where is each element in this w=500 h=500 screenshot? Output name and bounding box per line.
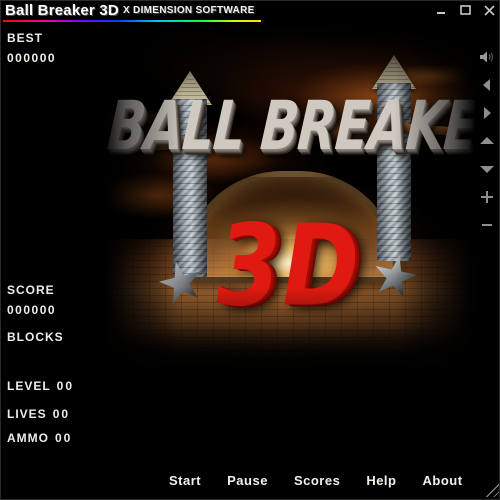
title-bar: Ball Breaker 3D X DIMENSION SOFTWARE bbox=[1, 1, 499, 25]
lives-label: LIVES bbox=[7, 407, 47, 421]
ammo-label: AMMO bbox=[7, 431, 49, 445]
close-icon[interactable] bbox=[484, 4, 495, 16]
menu-items: Start Pause Scores Help About bbox=[169, 473, 463, 488]
menu-item-help[interactable]: Help bbox=[366, 473, 396, 488]
arrow-up-icon[interactable] bbox=[477, 131, 497, 151]
resize-grip[interactable] bbox=[484, 482, 499, 497]
arrow-down-icon[interactable] bbox=[477, 159, 497, 179]
lives-value: 00 bbox=[52, 407, 71, 421]
splash-logo-3d: 3D bbox=[216, 200, 362, 332]
plus-icon[interactable] bbox=[477, 187, 497, 207]
splash-wordmark: BALL BREAKER bbox=[104, 87, 477, 166]
arrow-right-icon[interactable] bbox=[477, 103, 497, 123]
window-subtitle: X DIMENSION SOFTWARE bbox=[123, 5, 255, 16]
window-controls bbox=[436, 4, 495, 16]
title-rainbow-rule bbox=[3, 20, 261, 22]
level-value: 00 bbox=[56, 379, 75, 393]
game-viewport[interactable]: BALL BREAKER 3D bbox=[101, 25, 477, 380]
score-label: SCORE bbox=[7, 283, 55, 297]
menu-item-pause[interactable]: Pause bbox=[227, 473, 268, 488]
menu-bar: Start Pause Scores Help About bbox=[1, 466, 499, 499]
menu-item-scores[interactable]: Scores bbox=[294, 473, 340, 488]
status-panel: BEST 000000 SCORE 000000 BLOCKS LEVEL 00 … bbox=[1, 25, 101, 468]
ammo-value: 00 bbox=[55, 431, 73, 445]
side-toolbar bbox=[475, 25, 499, 468]
sound-icon[interactable] bbox=[477, 47, 497, 67]
blocks-label: BLOCKS bbox=[7, 330, 64, 344]
best-value: 000000 bbox=[7, 51, 57, 65]
menu-item-about[interactable]: About bbox=[422, 473, 462, 488]
minus-icon[interactable] bbox=[477, 215, 497, 235]
score-value: 000000 bbox=[7, 303, 57, 317]
lives-row: LIVES 00 bbox=[7, 407, 70, 421]
level-row: LEVEL 00 bbox=[7, 379, 74, 393]
best-label: BEST bbox=[7, 31, 44, 45]
ammo-row: AMMO 00 bbox=[7, 431, 72, 445]
menu-item-start[interactable]: Start bbox=[169, 473, 201, 488]
level-label: LEVEL bbox=[7, 379, 51, 393]
arrow-left-icon[interactable] bbox=[477, 75, 497, 95]
maximize-icon[interactable] bbox=[460, 4, 471, 16]
game-window: Ball Breaker 3D X DIMENSION SOFTWARE BAL… bbox=[0, 0, 500, 500]
minimize-icon[interactable] bbox=[436, 4, 447, 16]
window-title: Ball Breaker 3D bbox=[5, 2, 119, 19]
